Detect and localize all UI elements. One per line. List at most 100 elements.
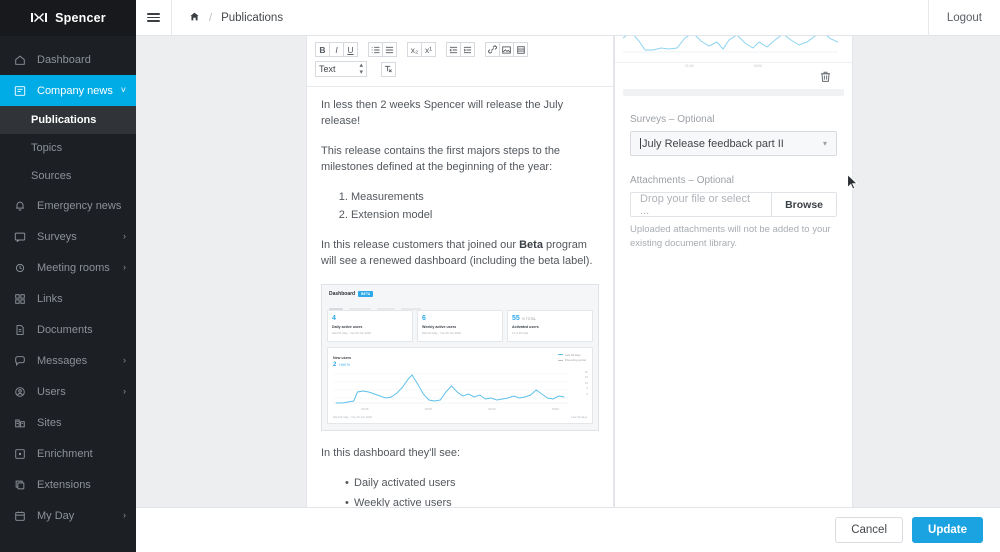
sidebar-item-topics[interactable]: Topics [0, 134, 136, 162]
sidebar-item-emergency-news[interactable]: Emergency news [0, 190, 136, 221]
chart-footer-range: Wed 01 May - Tue 30 Jun 2020 [333, 415, 372, 420]
image-button[interactable] [499, 42, 514, 57]
cancel-button[interactable]: Cancel [835, 517, 904, 543]
metric-suffix: % TOTAL [521, 316, 537, 321]
underline-icon: U [347, 44, 354, 55]
legend-label: Preceding period [564, 358, 586, 363]
brand-logo[interactable]: Spencer [0, 0, 136, 36]
toolbar-row-1: B I U x₂ x¹ [315, 42, 605, 57]
hamburger-glyph [147, 11, 160, 25]
trash-icon[interactable] [819, 70, 832, 83]
embedded-title-text: Dashboard [329, 290, 356, 297]
embedded-dashboard-image[interactable]: Dashboard BETA 4 Daily active users Wed … [321, 283, 599, 432]
update-button[interactable]: Update [912, 517, 983, 543]
surveys-label-text: Surveys [630, 114, 667, 125]
sidebar-item-label: Users [37, 385, 66, 398]
subscript-icon: x₂ [410, 44, 419, 55]
sidebar-item-publications[interactable]: Publications [0, 106, 136, 134]
document-body[interactable]: In less then 2 weeks Spencer will releas… [307, 87, 613, 552]
extensions-icon [12, 477, 28, 493]
sidebar-item-sources[interactable]: Sources [0, 162, 136, 190]
sidebar-item-label: Messages [37, 354, 88, 367]
document-icon [12, 322, 28, 338]
indent-button[interactable] [460, 42, 475, 57]
sidebar-item-messages[interactable]: Messages › [0, 345, 136, 376]
chart-number: 2 [333, 361, 337, 368]
sidebar-item-label: Dashboard [37, 53, 91, 66]
bold-button[interactable]: B [315, 42, 330, 57]
sidebar-item-enrichment[interactable]: Enrichment [0, 438, 136, 469]
sidebar-item-my-day[interactable]: My Day › [0, 500, 136, 531]
embedded-metric-cards: 4 Daily active users Wed 01 May - Tue 30… [327, 309, 593, 342]
chevron-right-icon: › [123, 262, 126, 272]
embedded-filter-bar [329, 302, 591, 310]
metric-label: Daily active users [332, 324, 363, 329]
home-icon[interactable] [189, 11, 200, 25]
metric-label: Weekly active users [422, 324, 457, 329]
form-footer: Cancel Update [136, 507, 1000, 552]
sidebar-item-sites[interactable]: Sites [0, 407, 136, 438]
subscript-button[interactable]: x₂ [407, 42, 422, 57]
sidebar: Spencer Dashboard Company news ˅ Publica… [0, 0, 136, 552]
sidebar-item-label: Links [37, 292, 63, 305]
sidebar-item-surveys[interactable]: Surveys › [0, 221, 136, 252]
sidebar-item-dashboard[interactable]: Dashboard [0, 44, 136, 75]
legend-label: Last 30 days [564, 352, 581, 357]
superscript-button[interactable]: x¹ [421, 42, 436, 57]
breadcrumb-current[interactable]: Publications [221, 12, 283, 24]
italic-button[interactable]: I [329, 42, 344, 57]
surveys-select[interactable]: July Release feedback part II ▾ [630, 131, 837, 156]
file-drop-zone[interactable]: Drop your file or select ... [630, 192, 772, 217]
document-insert-button[interactable] [513, 42, 528, 57]
embedded-chart: New users 2 +100 % Last 30 days Preceding… [327, 346, 593, 425]
metric-number: 4 [332, 314, 336, 322]
underline-button[interactable]: U [343, 42, 358, 57]
sidebar-item-extensions[interactable]: Extensions [0, 469, 136, 500]
clear-formatting-button[interactable] [381, 61, 396, 77]
image-icon [502, 45, 511, 54]
outdent-icon [449, 46, 458, 54]
bold-icon: B [319, 44, 326, 55]
chart-delta: +100 % [338, 362, 350, 367]
sidebar-item-company-news[interactable]: Company news ˅ [0, 75, 136, 106]
survey-icon [12, 229, 28, 245]
brand-name: Spencer [55, 11, 106, 25]
browse-button[interactable]: Browse [771, 192, 837, 217]
sidebar-item-meeting-rooms[interactable]: Meeting rooms › [0, 252, 136, 283]
surveys-selected-value: July Release feedback part II [642, 137, 784, 150]
legend-swatch [557, 354, 563, 356]
metric-value: 6 [422, 315, 498, 322]
chart-legend: Last 30 days Preceding period [557, 352, 586, 364]
editor-column: B I U x₂ x¹ Text ▴ ▾ In less then 2 week… [306, 36, 614, 552]
sidebar-item-documents[interactable]: Documents [0, 314, 136, 345]
image-preview-clip [615, 36, 852, 63]
app-root: Spencer Dashboard Company news ˅ Publica… [0, 0, 1000, 552]
embedded-dashboard-title: Dashboard BETA [329, 291, 593, 298]
enrichment-icon [12, 446, 28, 462]
ordered-list-button[interactable] [368, 42, 383, 57]
text-style-select[interactable]: Text ▴ ▾ [315, 61, 367, 77]
sidebar-subitem-label: Sources [31, 170, 72, 182]
legend-entry: Preceding period [557, 358, 586, 363]
attachments-label-text: Attachments [630, 175, 686, 186]
sidebar-item-label: Meeting rooms [37, 261, 110, 274]
link-icon [488, 45, 497, 54]
toolbar-group-insert [485, 42, 528, 57]
sidebar-item-links[interactable]: Links [0, 283, 136, 314]
logout-button[interactable]: Logout [927, 0, 1000, 36]
y-tick: 0 [586, 391, 588, 396]
sidebar-item-users[interactable]: Users › [0, 376, 136, 407]
unordered-list-button[interactable] [382, 42, 397, 57]
chart-footer-period: Last 30 days [571, 415, 587, 420]
outdent-button[interactable] [446, 42, 461, 57]
link-button[interactable] [485, 42, 500, 57]
surveys-label: Surveys – Optional [630, 114, 837, 125]
chevron-right-icon: › [123, 510, 126, 520]
text-caret [640, 138, 641, 149]
hamburger-icon[interactable] [136, 0, 172, 36]
metric-card: 4 Daily active users Wed 01 May - Tue 30… [327, 309, 413, 342]
chart-x-axis: 01/05 15/05 01/06 15/06 [333, 407, 587, 411]
sidebar-item-label: Enrichment [37, 447, 93, 460]
chevron-right-icon: › [123, 231, 126, 241]
sidebar-subitem-label: Publications [31, 114, 97, 126]
